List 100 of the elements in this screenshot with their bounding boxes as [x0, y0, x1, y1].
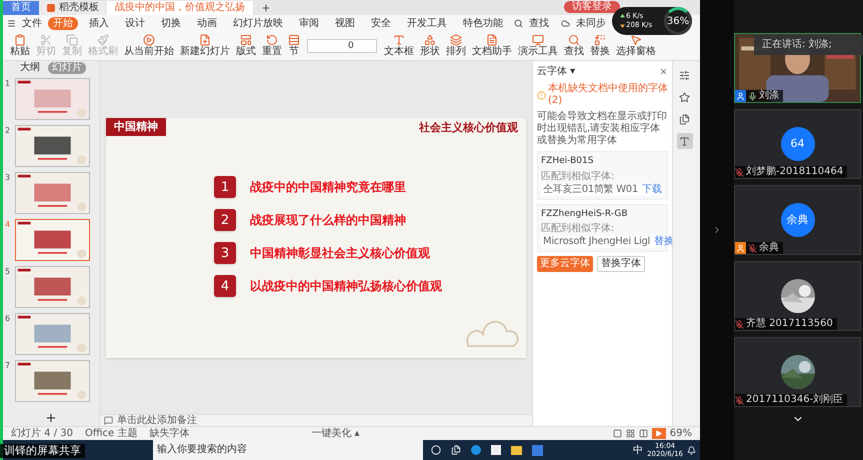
- layout-icon: [240, 34, 252, 46]
- side-tool-button[interactable]: [676, 133, 692, 149]
- down-arrow-icon: [620, 23, 625, 28]
- slide-number: 2: [5, 125, 12, 137]
- normal-view-icon[interactable]: [612, 429, 622, 438]
- zoom-level[interactable]: 69%: [670, 428, 692, 440]
- ribbon-tab[interactable]: 特色功能: [458, 16, 508, 30]
- ribbon-tab[interactable]: 动画: [192, 16, 222, 30]
- slide-number: 6: [5, 313, 12, 325]
- ime-indicator[interactable]: 中: [633, 442, 644, 458]
- participant-tile[interactable]: 齐慧 2017113560: [734, 261, 861, 331]
- participant-tile[interactable]: 2017110346-刘刚臣: [734, 337, 861, 407]
- guest-login-button[interactable]: 访客登录: [564, 1, 620, 13]
- ribbon-button[interactable]: 查找: [561, 34, 587, 58]
- font-name: FZZhengHeiS-R-GB: [541, 208, 629, 220]
- participant-name: 齐慧 2017113560: [746, 318, 833, 330]
- logo-icon: [47, 4, 55, 12]
- replace-icon: [594, 34, 606, 46]
- pointer-icon: [630, 34, 642, 46]
- notification-icon[interactable]: [687, 446, 696, 454]
- document-tab[interactable]: 首页: [3, 1, 39, 15]
- ribbon-button[interactable]: 形状: [417, 34, 443, 58]
- participant-tile[interactable]: 64 刘梦鹏-2018110464: [734, 109, 861, 179]
- ribbon-button[interactable]: 节: [285, 34, 303, 58]
- ribbon-tab[interactable]: 切换: [156, 16, 186, 30]
- participant-name: 余典: [759, 242, 779, 254]
- copy-icon: [66, 34, 78, 46]
- notes-field[interactable]: 单击此处添加备注: [117, 414, 197, 426]
- reading-view-icon[interactable]: [638, 429, 648, 438]
- warning-icon: [537, 90, 546, 100]
- grid-view-icon[interactable]: [626, 429, 635, 438]
- beautify-button[interactable]: 一键美化 ▴: [311, 428, 360, 440]
- ribbon-button[interactable]: 演示工具: [515, 34, 561, 58]
- ribbon-button[interactable]: 文本框: [381, 34, 417, 58]
- document-icon: [486, 34, 498, 46]
- matched-font: 仝耳亥三01简繁 W01: [543, 184, 638, 196]
- ribbon-button[interactable]: 替换: [587, 34, 613, 58]
- search-button[interactable]: 查找: [529, 16, 549, 30]
- ribbon-button[interactable]: 排列: [443, 34, 469, 58]
- ribbon-button[interactable]: 文档助手: [469, 34, 515, 58]
- speaking-indicator: 正在讲话: 刘涤;: [754, 35, 863, 55]
- panel-tab[interactable]: 大纲: [16, 62, 44, 74]
- ribbon-tab[interactable]: 视图: [330, 16, 360, 30]
- add-slide-button[interactable]: +: [3, 412, 99, 426]
- theme-name: Office 主题: [85, 428, 138, 440]
- item-number: 2: [214, 209, 236, 232]
- task-view-icon[interactable]: [431, 445, 441, 455]
- section-label: 中国精神: [106, 118, 166, 136]
- search-icon[interactable]: [514, 18, 523, 28]
- participant-tile[interactable]: 余典 余典: [734, 185, 861, 255]
- file-menu[interactable]: 文件: [22, 16, 42, 30]
- ribbon-tab[interactable]: 设计: [120, 16, 150, 30]
- app-icon[interactable]: [532, 444, 543, 456]
- ribbon-tab[interactable]: 幻灯片放映: [228, 16, 288, 30]
- screen-share-label: 训铎的屏幕共享: [0, 444, 85, 458]
- rows-icon: [288, 34, 300, 46]
- ribbon-button[interactable]: 版式: [233, 34, 259, 58]
- ribbon-button[interactable]: 新建幻灯片: [177, 34, 233, 58]
- monitor-icon: [532, 34, 544, 46]
- warning-text: 本机缺失文档中使用的字体 (2): [548, 83, 668, 107]
- document-tab[interactable]: 战疫中的中国，价值观之弘扬: [107, 1, 253, 15]
- ribbon-button[interactable]: 从当前开始: [121, 34, 177, 58]
- folder-icon[interactable]: [511, 446, 522, 454]
- font-size-field[interactable]: 0: [307, 38, 377, 52]
- sync-status[interactable]: 未同步: [576, 16, 606, 30]
- search-icon: [568, 34, 580, 46]
- ribbon-button[interactable]: 粘贴: [7, 34, 33, 58]
- ribbon-tab[interactable]: 安全: [366, 16, 396, 30]
- item-text: 以战疫中的中国精神弘扬核心价值观: [250, 278, 442, 296]
- slide-number: 7: [5, 360, 12, 372]
- font-action-link[interactable]: 下载: [642, 184, 662, 196]
- item-number: 4: [214, 275, 236, 298]
- panel-button[interactable]: 替换字体: [597, 256, 645, 272]
- close-icon[interactable]: [659, 67, 668, 76]
- shapes-icon: [424, 34, 436, 46]
- ribbon-tab[interactable]: 插入: [84, 16, 114, 30]
- play-icon: [143, 34, 155, 46]
- notes-icon: [104, 416, 113, 425]
- item-text: 战疫展现了什么样的中国精神: [250, 212, 406, 230]
- ribbon-button[interactable]: 选择窗格: [613, 34, 659, 58]
- window-icon[interactable]: [451, 445, 461, 455]
- menu-icon[interactable]: [7, 18, 16, 28]
- scissors-icon: [40, 34, 52, 46]
- play-button[interactable]: [652, 428, 666, 439]
- panel-title[interactable]: 云字体 ▾: [537, 64, 576, 79]
- ribbon-tab[interactable]: 审阅: [294, 16, 324, 30]
- new-slide-icon: [199, 34, 211, 46]
- ribbon-tab[interactable]: 开发工具: [402, 16, 452, 30]
- missing-fonts-button[interactable]: 缺失字体: [149, 428, 190, 440]
- document-tab[interactable]: 稻壳模板: [39, 1, 107, 15]
- up-arrow-icon: [620, 14, 625, 19]
- taskbar-search-field[interactable]: 输入你要搜索的内容: [153, 440, 423, 460]
- font-action-link[interactable]: 替换: [654, 236, 674, 248]
- slide-number: 1: [5, 78, 12, 90]
- participant-name: 刘涤: [759, 90, 779, 102]
- cloud-icon: [561, 18, 570, 28]
- paintbrush-icon: [97, 34, 109, 46]
- ribbon-button[interactable]: 重置: [259, 34, 285, 58]
- new-tab-icon[interactable]: [261, 3, 271, 13]
- slide-subtitle: 社会主义核心价值观: [419, 120, 518, 136]
